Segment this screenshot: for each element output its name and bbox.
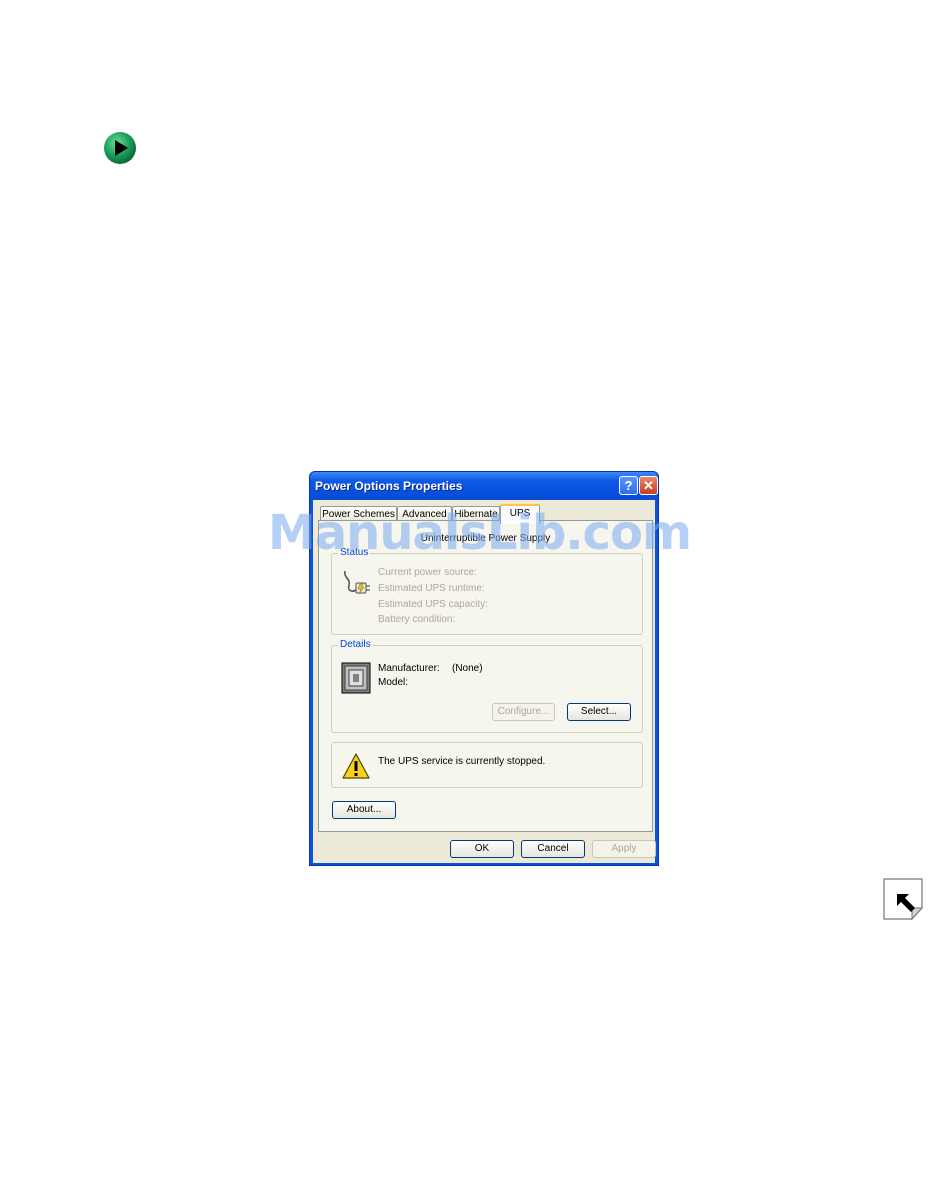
dialog-client-area: Power Schemes Advanced Hibernate UPS Uni…	[313, 500, 656, 863]
manufacturer-label: Manufacturer:	[378, 663, 440, 674]
ups-service-stopped-message: The UPS service is currently stopped.	[378, 756, 546, 767]
close-button[interactable]: ✕	[639, 476, 658, 495]
title-bar[interactable]: Power Options Properties ? ✕	[310, 472, 658, 500]
details-group: Details Manufacturer: (None) Model: Conf…	[331, 639, 643, 733]
tab-ups[interactable]: UPS	[500, 504, 540, 524]
cancel-button[interactable]: Cancel	[521, 840, 585, 858]
status-group: Status Current power source: Estimated U…	[331, 547, 643, 635]
power-options-dialog: Power Options Properties ? ✕ Power Schem…	[309, 471, 659, 866]
arrow-bullet-icon	[104, 132, 136, 164]
ups-heading: Uninterruptible Power Supply	[420, 533, 551, 544]
configure-button[interactable]: Configure...	[492, 703, 555, 721]
ok-button[interactable]: OK	[450, 840, 514, 858]
status-group-label: Status	[338, 547, 371, 558]
status-estimated-capacity: Estimated UPS capacity:	[378, 599, 489, 610]
ups-tab-panel: Uninterruptible Power Supply Status Curr…	[318, 520, 653, 832]
ups-plug-icon	[343, 570, 370, 595]
select-button[interactable]: Select...	[567, 703, 631, 721]
warning-group: The UPS service is currently stopped.	[331, 742, 643, 788]
page-return-icon[interactable]	[883, 878, 923, 920]
model-label: Model:	[378, 677, 409, 688]
manufacturer-value: (None)	[452, 663, 483, 674]
dialog-title: Power Options Properties	[315, 479, 463, 493]
status-battery-condition: Battery condition:	[378, 614, 456, 625]
details-group-label: Details	[338, 639, 373, 650]
ups-device-icon	[341, 662, 371, 694]
apply-button[interactable]: Apply	[592, 840, 656, 858]
warning-icon	[342, 753, 370, 779]
help-button[interactable]: ?	[619, 476, 638, 495]
status-current-power-source: Current power source:	[378, 567, 477, 578]
about-button[interactable]: About...	[332, 801, 396, 819]
status-estimated-runtime: Estimated UPS runtime:	[378, 583, 485, 594]
